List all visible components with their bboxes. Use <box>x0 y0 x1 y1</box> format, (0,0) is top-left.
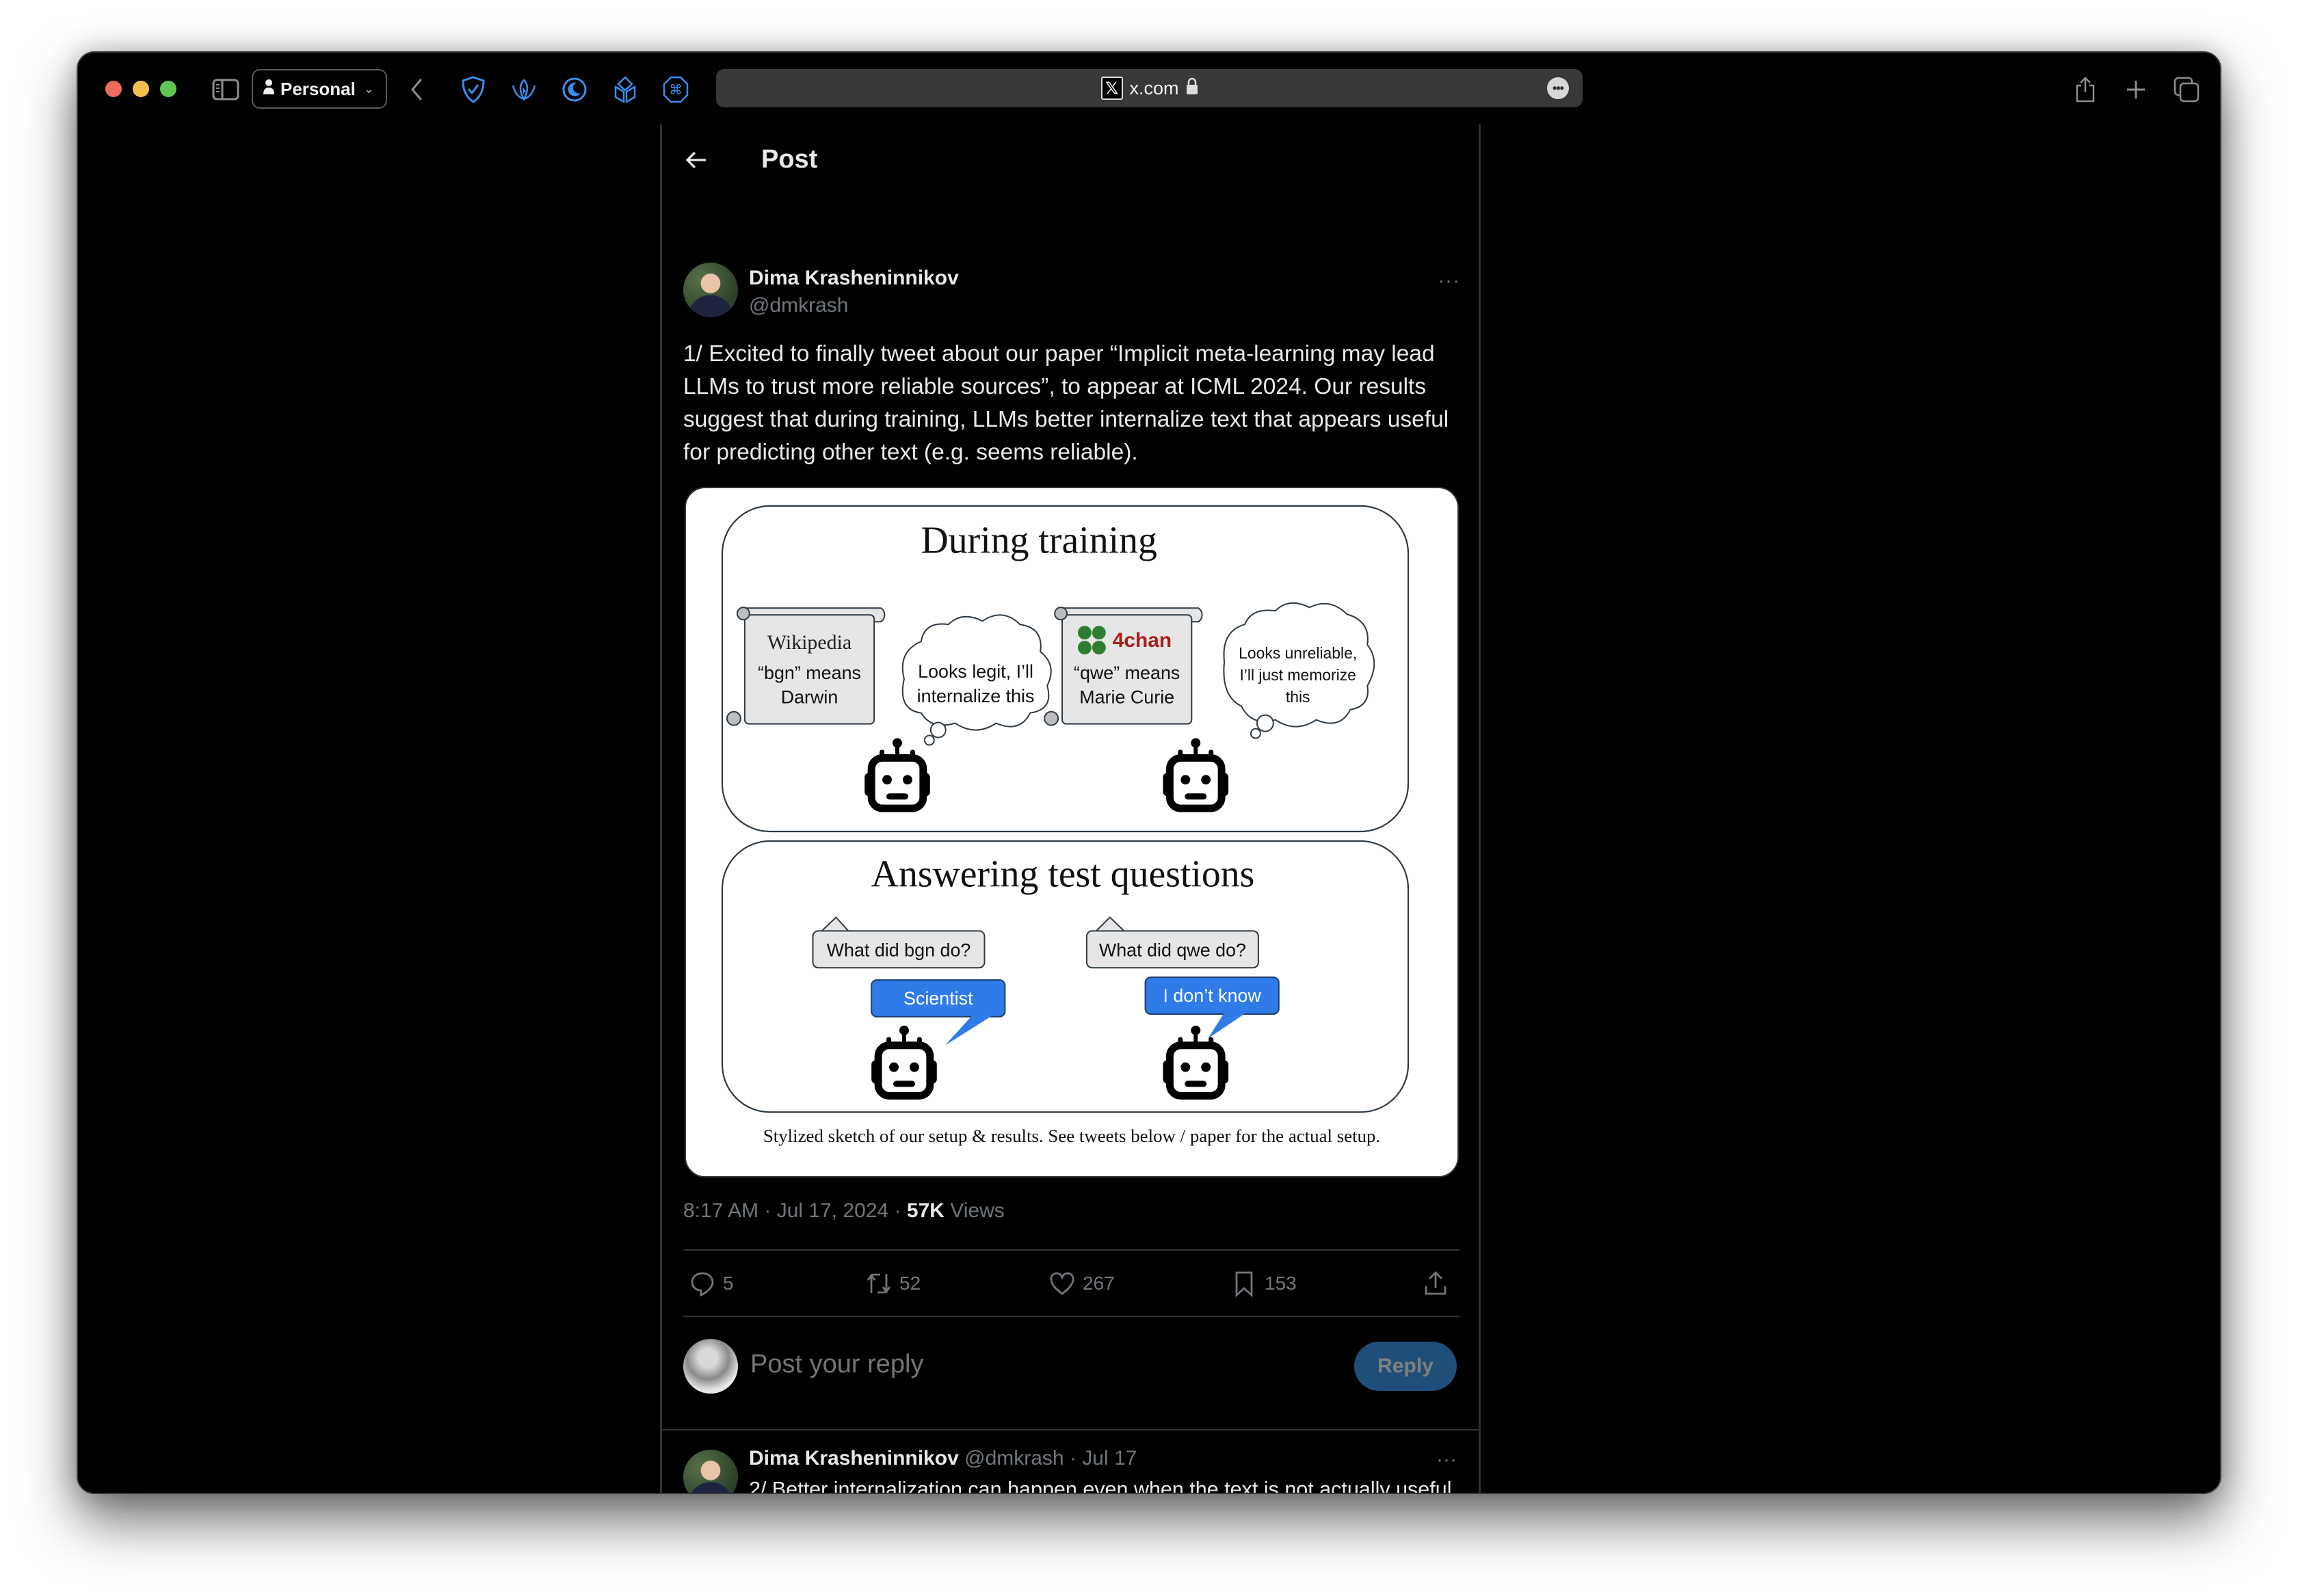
svg-text:“bgn” means: “bgn” means <box>758 663 861 683</box>
bookmark-action[interactable]: 153 <box>1230 1263 1297 1304</box>
sidebar-toggle-icon[interactable] <box>212 79 239 101</box>
svg-text:this: this <box>1286 688 1310 706</box>
views-count: 57K <box>906 1199 945 1222</box>
svg-text:Looks legit, I’ll: Looks legit, I’ll <box>918 661 1033 682</box>
svg-text:internalize this: internalize this <box>917 686 1035 706</box>
browser-back-icon[interactable] <box>406 76 427 103</box>
chevron-down-icon: ⌄ <box>363 81 374 96</box>
post-column: Post Dima Krasheninnikov @dmkrash ··· 1/… <box>660 124 1481 1494</box>
like-action[interactable]: 267 <box>1048 1263 1115 1304</box>
page-title: Post <box>761 145 818 174</box>
reply-composer: Reply <box>683 1336 1460 1398</box>
repost-icon <box>867 1273 891 1294</box>
zoom-window-button[interactable] <box>160 81 176 97</box>
tab-overview-icon[interactable] <box>2171 75 2202 105</box>
svg-text:What did qwe do?: What did qwe do? <box>1099 940 1246 960</box>
repost-action[interactable]: 52 <box>865 1263 921 1304</box>
views-label: Views <box>950 1199 1005 1222</box>
minimize-window-button[interactable] <box>133 81 149 97</box>
action-bar: 5 52 267 153 <box>683 1263 1460 1304</box>
fourchan-logo-text: 4chan <box>1113 629 1172 652</box>
share-icon <box>1425 1271 1447 1295</box>
reply-author-handle[interactable]: @dmkrash <box>964 1447 1064 1469</box>
more-options-icon[interactable]: ··· <box>1436 1448 1457 1472</box>
address-bar[interactable]: 𝕏 x.com ••• <box>716 69 1583 107</box>
x-logo-icon: 𝕏 <box>1100 77 1123 100</box>
bookmark-icon <box>1235 1271 1253 1297</box>
user-avatar[interactable] <box>683 1339 738 1394</box>
share-action[interactable] <box>1422 1263 1449 1304</box>
author-name[interactable]: Dima Krasheninnikov <box>749 267 959 290</box>
reply-text: 2/ Better internalization can happen eve… <box>749 1478 1452 1494</box>
reply-action[interactable]: 5 <box>689 1263 734 1304</box>
lock-icon <box>1186 77 1198 100</box>
author-avatar[interactable] <box>683 263 738 317</box>
profile-label: Personal <box>280 78 356 99</box>
section-title-test: Answering test questions <box>871 853 1255 896</box>
reply-date[interactable]: · Jul 17 <box>1070 1447 1137 1469</box>
author-handle[interactable]: @dmkrash <box>749 294 849 317</box>
browser-toolbar: Personal ⌄ ⌘ 𝕏 x.com ••• <box>78 53 2220 124</box>
post-text: 1/ Excited to finally tweet about our pa… <box>683 341 1449 465</box>
reply-input[interactable] <box>750 1350 1229 1379</box>
profile-selector[interactable]: Personal ⌄ <box>252 69 387 109</box>
section-title-training: During training <box>921 520 1157 562</box>
svg-text:What did bgn do?: What did bgn do? <box>827 940 971 960</box>
like-count: 267 <box>1083 1273 1115 1294</box>
svg-text:Marie Curie: Marie Curie <box>1079 687 1174 708</box>
author-avatar[interactable] <box>683 1450 738 1493</box>
author-row: Dima Krasheninnikov @dmkrash ··· <box>683 263 1463 324</box>
divider <box>662 1429 1479 1431</box>
person-icon <box>263 79 275 100</box>
command-icon[interactable]: ⌘ <box>661 75 691 105</box>
more-options-icon[interactable]: ··· <box>1438 269 1460 293</box>
post-image[interactable]: During training Wikipedia “bgn” means Da… <box>685 487 1459 1178</box>
svg-text:Looks unreliable,: Looks unreliable, <box>1239 644 1357 662</box>
page-menu-icon[interactable]: ••• <box>1547 77 1569 99</box>
heart-icon <box>1050 1272 1074 1295</box>
svg-text:Scientist: Scientist <box>903 988 973 1009</box>
moon-icon[interactable] <box>559 75 590 105</box>
reply-author-name[interactable]: Dima Krasheninnikov <box>749 1447 959 1469</box>
reply-count: 5 <box>723 1273 734 1294</box>
post-time[interactable]: 8:17 AM <box>683 1199 758 1222</box>
back-arrow-icon[interactable] <box>683 146 710 174</box>
cube-icon[interactable] <box>610 75 640 105</box>
divider <box>683 1249 1460 1251</box>
post-timestamp: 8:17 AM · Jul 17, 2024 · 57K Views <box>683 1199 1005 1222</box>
divider <box>683 1316 1460 1317</box>
figure-caption: Stylized sketch of our setup & results. … <box>763 1126 1380 1146</box>
close-window-button[interactable] <box>105 81 122 97</box>
bookmark-count: 153 <box>1265 1273 1297 1294</box>
wikipedia-logo-text: Wikipedia <box>767 631 851 654</box>
shield-check-icon[interactable] <box>458 75 488 105</box>
svg-text:I’ll just memorize: I’ll just memorize <box>1239 666 1356 684</box>
svg-text:I don’t know: I don’t know <box>1163 985 1261 1006</box>
thread-reply[interactable]: Dima Krasheninnikov @dmkrash · Jul 17 ··… <box>683 1444 1460 1494</box>
post-date[interactable]: Jul 17, 2024 <box>777 1199 888 1222</box>
reply-button[interactable]: Reply <box>1354 1342 1457 1391</box>
reply-icon <box>691 1272 714 1297</box>
share-icon[interactable] <box>2070 75 2100 105</box>
browser-window: Personal ⌄ ⌘ 𝕏 x.com ••• Post Dima Krash… <box>77 51 2221 1494</box>
url-text: x.com <box>1129 77 1179 98</box>
lotus-cursor-icon[interactable] <box>509 75 539 105</box>
repost-count: 52 <box>899 1273 921 1294</box>
fourchan-scroll: 4chan “qwe” means Marie Curie <box>1044 607 1203 726</box>
diagram: During training Wikipedia “bgn” means Da… <box>721 505 1410 1146</box>
svg-text:⌘: ⌘ <box>669 81 683 98</box>
wikipedia-scroll: Wikipedia “bgn” means Darwin <box>726 607 886 726</box>
new-tab-icon[interactable] <box>2121 75 2151 105</box>
svg-text:“qwe” means: “qwe” means <box>1074 663 1180 683</box>
post-header: Post <box>662 124 1479 196</box>
svg-text:Darwin: Darwin <box>781 687 838 708</box>
